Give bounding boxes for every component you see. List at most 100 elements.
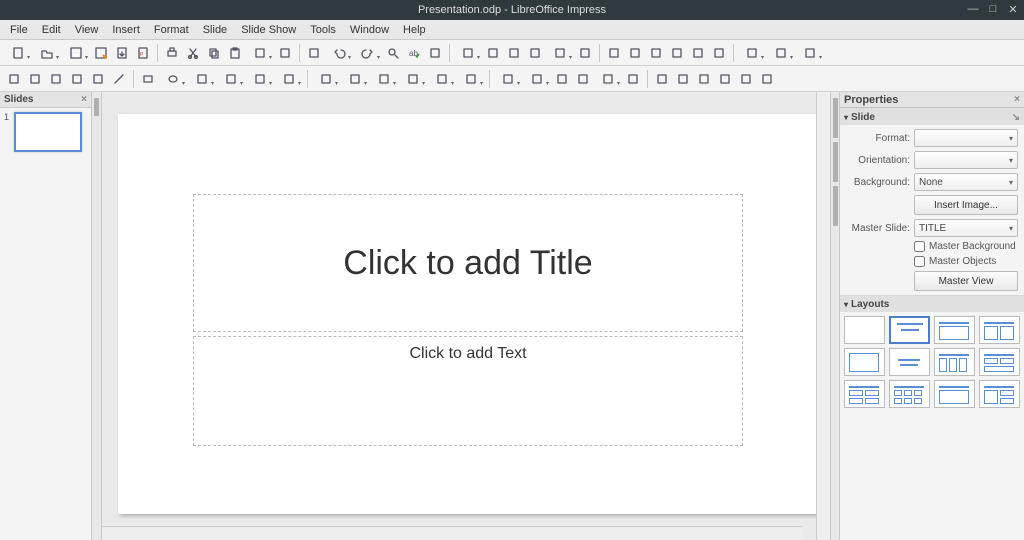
media-button[interactable] [525,43,545,63]
sidebar-resize-handle[interactable] [830,92,840,540]
table-button[interactable] [483,43,503,63]
pan-button[interactable] [46,69,66,89]
window-close-icon[interactable]: ✕ [1006,2,1020,16]
menu-format[interactable]: Format [148,22,195,38]
window-minimize-icon[interactable]: — [966,2,980,16]
master-slide-combo[interactable]: TITLE [914,219,1018,237]
close-icon[interactable]: × [81,94,87,105]
star-button[interactable] [428,69,456,89]
rect-button[interactable] [138,69,158,89]
align-button[interactable] [494,69,522,89]
layout-option-5[interactable] [889,348,930,376]
extrusion-button[interactable] [757,69,777,89]
layout-option-9[interactable] [889,380,930,408]
distribute-button[interactable] [552,69,572,89]
more-options-icon[interactable]: ↘ [1012,112,1020,123]
callout-button[interactable] [399,69,427,89]
close-icon[interactable]: × [1014,94,1020,105]
paste-special-button[interactable] [246,43,274,63]
layout-option-4[interactable] [844,348,885,376]
arrow-select-button[interactable] [4,69,24,89]
rotate-button[interactable] [67,69,87,89]
chart-button[interactable] [546,43,574,63]
layout-option-3[interactable] [979,316,1020,344]
flowchart-button[interactable] [370,69,398,89]
saveas-button[interactable] [91,43,111,63]
format-combo[interactable] [914,129,1018,147]
curve-button[interactable] [246,69,274,89]
redo-button[interactable] [354,43,382,63]
zoom-tool-button[interactable] [25,69,45,89]
filter-button[interactable] [715,69,735,89]
window-maximize-icon[interactable]: □ [986,2,1000,16]
glue-button[interactable] [652,69,672,89]
layout-option-10[interactable] [934,380,975,408]
pdf-button[interactable]: P [133,43,153,63]
block-arrow-button[interactable] [341,69,369,89]
line-button[interactable] [109,69,129,89]
slide-section-header[interactable]: ▾ Slide ↘ [840,109,1024,125]
layout-option-8[interactable] [844,380,885,408]
ellipse-button[interactable] [159,69,187,89]
menu-insert[interactable]: Insert [106,22,146,38]
menu-view[interactable]: View [69,22,105,38]
clone-format-button[interactable] [275,43,295,63]
menu-edit[interactable]: Edit [36,22,67,38]
canvas-viewport[interactable]: Click to add Title Click to add Text [102,92,816,540]
layout-option-1[interactable] [889,316,930,344]
vertical-scrollbar[interactable] [816,92,830,540]
cut-button[interactable] [183,43,203,63]
snap-button[interactable] [454,43,482,63]
layout-option-11[interactable] [979,380,1020,408]
checkbox-icon[interactable] [914,256,925,267]
symbol-shape-button[interactable] [312,69,340,89]
new-button[interactable] [4,43,32,63]
basic-shape-button[interactable] [275,69,303,89]
content-placeholder[interactable]: Click to add Text [193,336,743,446]
transition-button[interactable] [688,43,708,63]
panel-resize-handle[interactable] [92,92,102,540]
slide-thumbnail[interactable]: 1 [4,112,87,152]
toggle-button[interactable] [673,69,693,89]
menu-slide[interactable]: Slide [197,22,233,38]
master-view-button[interactable]: Master View [914,271,1018,291]
menu-tools[interactable]: Tools [304,22,342,38]
layouts-section-header[interactable]: ▾ Layouts [840,296,1024,312]
spellcheck-button[interactable]: ab [404,43,424,63]
layout-button[interactable] [767,43,795,63]
insert-image-button[interactable]: Insert Image... [914,195,1018,215]
open-button[interactable] [33,43,61,63]
copy-button[interactable] [204,43,224,63]
slide-canvas[interactable]: Click to add Title Click to add Text [118,114,816,514]
menu-help[interactable]: Help [397,22,432,38]
image-button[interactable] [504,43,524,63]
extend-button[interactable] [796,43,824,63]
text-box-button[interactable] [575,43,595,63]
menu-slide-show[interactable]: Slide Show [235,22,302,38]
pipette-button[interactable] [736,69,756,89]
find-button[interactable] [383,43,403,63]
special-char-button[interactable] [625,43,645,63]
header-footer-button[interactable] [709,43,729,63]
menu-window[interactable]: Window [344,22,395,38]
ungroup-button[interactable] [594,69,622,89]
zoom-button[interactable] [738,43,766,63]
arrow-line-button[interactable] [188,69,216,89]
hyperlink-button[interactable] [646,43,666,63]
connector-button[interactable] [217,69,245,89]
export-button[interactable] [112,43,132,63]
arrange-button[interactable] [523,69,551,89]
save-button[interactable] [62,43,90,63]
undo-button[interactable] [325,43,353,63]
print-button[interactable] [162,43,182,63]
master-background-checkbox[interactable]: Master Background [914,241,1018,252]
horizontal-scrollbar[interactable] [102,526,802,540]
fontwork-button[interactable] [604,43,624,63]
layout-option-7[interactable] [979,348,1020,376]
layout-option-6[interactable] [934,348,975,376]
orientation-combo[interactable] [914,151,1018,169]
group-button[interactable] [573,69,593,89]
3d-button[interactable] [457,69,485,89]
master-objects-checkbox[interactable]: Master Objects [914,256,1018,267]
checkbox-icon[interactable] [914,241,925,252]
